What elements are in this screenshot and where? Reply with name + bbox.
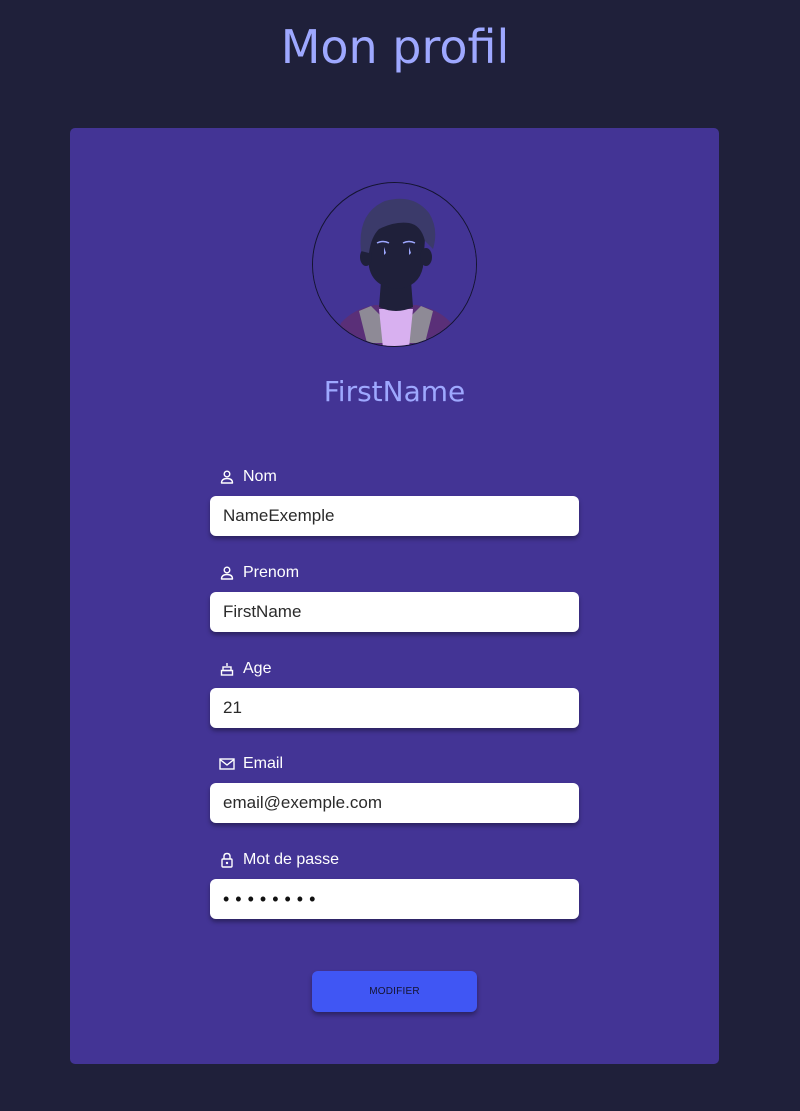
modify-button[interactable]: MODIFIER <box>312 971 477 1012</box>
field-password: Mot de passe <box>210 849 579 919</box>
prenom-input[interactable] <box>210 592 579 632</box>
field-label: Mot de passe <box>243 851 340 868</box>
field-label-row: Prenom <box>210 562 579 584</box>
profile-card: FirstName Nom Prenom Age <box>70 128 719 1064</box>
age-input[interactable] <box>210 688 579 728</box>
user-icon <box>219 469 235 485</box>
lock-icon <box>219 852 235 868</box>
user-icon <box>219 565 235 581</box>
field-label-row: Mot de passe <box>210 849 579 871</box>
field-label-row: Email <box>210 753 579 775</box>
field-label: Age <box>243 660 272 677</box>
email-input[interactable] <box>210 783 579 823</box>
password-input[interactable] <box>210 879 579 919</box>
mail-icon <box>219 756 235 772</box>
field-email: Email <box>210 753 579 823</box>
field-prenom: Prenom <box>210 562 579 632</box>
field-age: Age <box>210 658 579 728</box>
field-label: Nom <box>243 468 277 485</box>
avatar-illustration <box>313 183 476 346</box>
field-label: Prenom <box>243 564 300 581</box>
field-label: Email <box>243 755 284 772</box>
cake-icon <box>219 661 235 677</box>
field-nom: Nom <box>210 466 579 536</box>
field-label-row: Nom <box>210 466 579 488</box>
nom-input[interactable] <box>210 496 579 536</box>
profile-display-name: FirstName <box>323 375 466 408</box>
field-label-row: Age <box>210 658 579 680</box>
page-title: Mon profil <box>280 20 510 74</box>
avatar <box>312 182 477 347</box>
